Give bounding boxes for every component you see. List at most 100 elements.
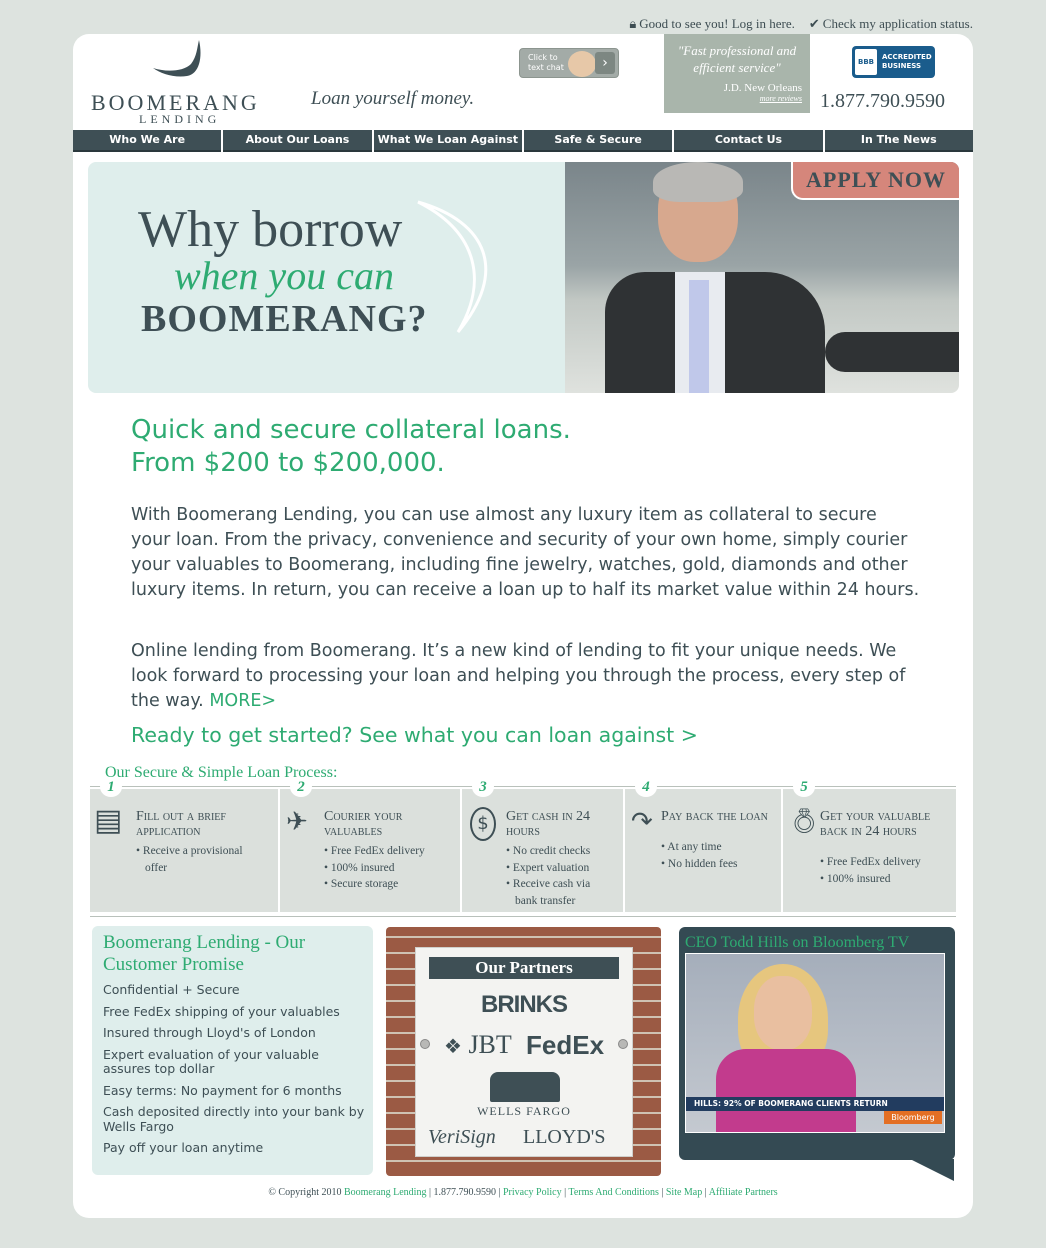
footer-terms-link[interactable]: Terms And Conditions	[568, 1187, 658, 1198]
chat-button-label: Click to text chat	[528, 53, 564, 72]
process-bottom-divider	[90, 916, 956, 917]
step-details: • Free FedEx delivery • 100% insured	[820, 854, 921, 887]
nav-contact-us[interactable]: Contact Us	[674, 130, 823, 152]
nav-about-our-loans[interactable]: About Our Loans	[223, 130, 372, 152]
footer-sitemap-link[interactable]: Site Map	[666, 1187, 702, 1198]
login-link[interactable]: 🔒︎ Good to see you! Log in here.	[629, 16, 795, 32]
partner-fedex-logo: FedEx	[526, 1030, 605, 1060]
step-title: Get your valuable back in 24 hours	[820, 809, 931, 839]
boomerang-logo-icon	[153, 40, 201, 77]
more-link[interactable]: MORE>	[209, 691, 276, 711]
more-reviews-link[interactable]: more reviews	[664, 94, 810, 103]
step-detail: • Secure storage	[324, 878, 399, 890]
step-detail: • Free FedEx delivery	[820, 856, 921, 868]
tagline: Loan yourself money.	[311, 88, 475, 109]
promise-item: Confidential + Secure	[103, 982, 240, 997]
step-detail: offer	[145, 861, 168, 874]
main-nav: Who We Are About Our Loans What We Loan …	[73, 130, 973, 152]
step-detail: • 100% insured	[820, 872, 891, 885]
hero-banner: Why borrow when you can BOOMERANG? APPLY…	[88, 162, 959, 393]
partner-lloyds-logo: LLOYD'S	[523, 1126, 606, 1148]
boomerang-logo[interactable]: BOOMERANG LENDING	[91, 38, 281, 128]
video-anchor-face	[754, 976, 812, 1050]
promise-item: Easy terms: No payment for 6 months	[103, 1082, 342, 1098]
lock-icon: 🔒︎	[629, 16, 637, 31]
page-card: BOOMERANG LENDING Loan yourself money. C…	[73, 34, 973, 1218]
step-title: Courier your valuables	[324, 809, 403, 839]
nav-what-we-loan-against[interactable]: What We Loan Against	[373, 130, 522, 152]
review-quote-text: "Fast professional and efficient service…	[677, 43, 797, 75]
video-anchor-jacket	[716, 1049, 856, 1132]
promise-item: Insured through Lloyd's of London	[103, 1025, 316, 1040]
intro-paragraph-1: With Boomerang Lending, you can use almo…	[131, 505, 920, 600]
step-detail: • At any time	[661, 841, 722, 853]
video-title: CEO Todd Hills on Bloomberg TV	[685, 934, 910, 951]
process-top-divider	[90, 786, 956, 787]
review-quote: "Fast professional and efficient service…	[664, 34, 810, 113]
plaque-bolt-icon	[420, 1039, 430, 1049]
video-player[interactable]: HILLS: 92% OF BOOMERANG CLIENTS RETURN B…	[685, 953, 945, 1133]
step-details: • No credit checks • Expert valuation • …	[506, 843, 590, 909]
jbt-wordmark: JBT	[468, 1030, 512, 1059]
plaque-bolt-icon	[618, 1039, 628, 1049]
hero-headline-line2: when you can	[174, 253, 394, 298]
photo-man-hair	[653, 162, 743, 202]
step-details: • At any time • No hidden fees	[661, 839, 738, 872]
bbb-logo-icon: BBB	[855, 49, 877, 75]
application-form-icon: ▤	[94, 803, 123, 838]
checkmark-icon: ✔	[808, 16, 820, 31]
step-number: 1	[100, 777, 122, 797]
airplane-icon: ✈	[286, 807, 308, 837]
step-title: Pay back the loan	[661, 809, 768, 824]
promise-item: Free FedEx shipping of your valuables	[103, 1003, 340, 1019]
step-number: 5	[793, 777, 815, 797]
step-detail: • Receive a provisional	[136, 845, 243, 857]
promise-item: Cash deposited directly into your bank b…	[103, 1104, 365, 1134]
footer-privacy-link[interactable]: Privacy Policy	[503, 1187, 562, 1198]
step-details: • Receive a provisional offer	[136, 843, 243, 876]
step-detail: bank transfer	[515, 894, 576, 907]
footer-brand-link[interactable]: Boomerang Lending	[344, 1187, 426, 1198]
partner-jbt-logo: ❖ JBT	[444, 1030, 512, 1060]
bbb-accredited-badge[interactable]: BBB ACCREDITED BUSINESS	[852, 46, 935, 78]
bloomberg-video-panel: CEO Todd Hills on Bloomberg TV HILLS: 92…	[679, 927, 955, 1160]
nav-who-we-are[interactable]: Who We Are	[73, 130, 222, 152]
phone-number: 1.877.790.9590	[820, 90, 945, 112]
step-number: 2	[290, 777, 312, 797]
process-step-5: 5 💍︎ Get your valuable back in 24 hours …	[783, 777, 956, 912]
dollar-bill-portrait-icon: $	[470, 807, 496, 841]
nav-safe-secure[interactable]: Safe & Secure	[523, 130, 673, 152]
intro-headline-line2: From $200 to $200,000.	[131, 448, 445, 478]
copyright: © Copyright 2010	[268, 1187, 342, 1198]
application-status-link[interactable]: ✔ Check my application status.	[809, 16, 973, 32]
process-step-4: 4 ↷ Pay back the loan • At any time • No…	[625, 777, 783, 912]
customer-promise-panel: Boomerang Lending - Our Customer Promise…	[92, 926, 373, 1175]
step-details: • Free FedEx delivery • 100% insured • S…	[324, 843, 425, 893]
photo-man-arm	[825, 332, 959, 372]
process-step-2: 2 ✈ Courier your valuables • Free FedEx …	[280, 777, 462, 912]
partner-verisign-logo: VeriSign	[428, 1126, 496, 1148]
logo-subtitle: LENDING	[139, 112, 221, 126]
step-detail: • No credit checks	[506, 845, 591, 857]
hero-headline-line1: Why borrow	[138, 201, 403, 258]
footer-affiliate-link[interactable]: Affiliate Partners	[709, 1187, 778, 1198]
step-title: Fill out a brief application	[136, 809, 226, 839]
partners-plaque: Our Partners BRINKS ❖ JBT FedEx WELLS FA…	[415, 947, 633, 1157]
promise-title: Boomerang Lending - Our Customer Promise	[103, 932, 306, 975]
apply-now-button[interactable]: APPLY NOW	[791, 162, 959, 200]
step-detail: • No hidden fees	[661, 857, 738, 870]
hero-text-panel: Why borrow when you can BOOMERANG?	[88, 162, 565, 393]
bloomberg-logo: Bloomberg	[884, 1111, 942, 1124]
get-started-link[interactable]: Ready to get started? See what you can l…	[131, 723, 698, 747]
wells-fargo-stagecoach-icon	[490, 1072, 560, 1102]
promise-item: Expert evaluation of your valuable assur…	[103, 1046, 319, 1076]
intro-headline: Quick and secure collateral loans. From …	[131, 414, 571, 480]
footer-phone: 1.877.790.9590	[433, 1187, 496, 1198]
nav-in-the-news[interactable]: In The News	[824, 130, 973, 152]
text-chat-button[interactable]: Click to text chat ›	[519, 48, 619, 78]
status-link-label: Check my application status.	[822, 16, 973, 31]
partners-panel: Our Partners BRINKS ❖ JBT FedEx WELLS FA…	[386, 927, 661, 1176]
review-source: J.D. New Orleans	[723, 82, 802, 94]
bbb-badge-text: ACCREDITED BUSINESS	[882, 53, 932, 70]
login-link-label: Good to see you! Log in here.	[639, 16, 795, 31]
